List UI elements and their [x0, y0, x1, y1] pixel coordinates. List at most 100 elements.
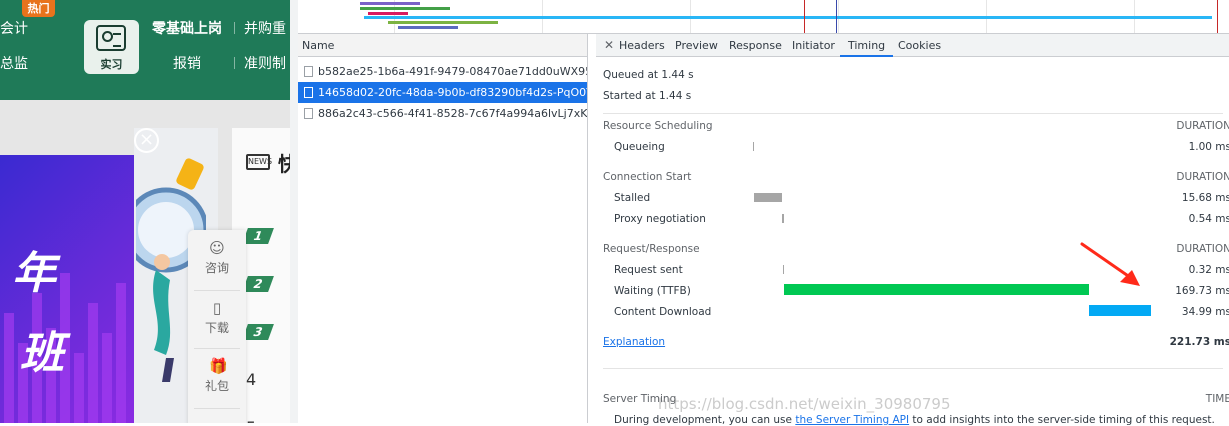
resume-card-icon	[96, 25, 126, 51]
timing-row-label: Stalled	[614, 192, 651, 204]
nav-item-accounting[interactable]: 会计	[0, 18, 28, 38]
nav-item-standards[interactable]: 准则制	[244, 53, 286, 73]
tab-initiator[interactable]: Initiator	[792, 34, 835, 57]
rank-badge-2: 2	[242, 276, 274, 292]
timing-bar-proxy	[782, 214, 784, 223]
overview-bar	[398, 26, 458, 29]
timing-row-value: 1.00 ms	[1188, 141, 1229, 153]
rank-number-5: 5	[246, 418, 256, 423]
section-title: Resource Scheduling	[603, 120, 713, 132]
timing-row-value: 0.32 ms	[1188, 264, 1229, 276]
tab-preview[interactable]: Preview	[675, 34, 718, 57]
server-timing-desc-text: During development, you can use	[614, 414, 796, 426]
overview-bar	[388, 21, 498, 24]
request-detail-pane: ✕ Headers Preview Response Initiator Tim…	[596, 34, 1229, 426]
nav-separator	[234, 57, 235, 69]
overview-bar	[368, 12, 408, 15]
nav-item-zero-basis[interactable]: 零基础上岗	[152, 18, 222, 38]
close-icon[interactable]: ✕	[604, 38, 614, 52]
devtools-network-panel: Name b582ae25-1b6a-491f-9479-08470ae71dd…	[290, 0, 1229, 426]
gift-button[interactable]: 🎁 礼包	[188, 348, 246, 406]
timing-row-value: 0.54 ms	[1188, 213, 1229, 225]
request-name-column: Name b582ae25-1b6a-491f-9479-08470ae71dd…	[298, 34, 588, 423]
site-nav-bar: 热门 会计 总监 实习 零基础上岗 并购重 报销 准则制	[0, 0, 290, 100]
banner-stripe	[74, 353, 84, 423]
started-at: Started at 1.44 s	[603, 90, 692, 102]
request-row[interactable]: 886a2c43-c566-4f41-8528-7c67f4a994a6lvLj…	[298, 103, 587, 124]
section-title: Request/Response	[603, 243, 700, 255]
rank-badge-3: 3	[242, 324, 274, 340]
queued-at: Queued at 1.44 s	[603, 69, 694, 81]
timing-bar-stalled	[754, 193, 783, 202]
overview-bar	[360, 2, 420, 5]
request-row-selected[interactable]: 14658d02-20fc-48da-9b0b-df83290bf4d2s-Pq…	[298, 82, 587, 103]
tab-response[interactable]: Response	[729, 34, 782, 57]
file-icon	[304, 108, 313, 119]
request-name: 886a2c43-c566-4f41-8528-7c67f4a994a6lvLj…	[318, 107, 587, 120]
timing-bar-content-download	[1088, 305, 1151, 316]
banner-stripe	[116, 283, 126, 423]
timing-row-label: Content Download	[614, 306, 712, 318]
timing-row-value: 15.68 ms	[1181, 192, 1229, 204]
consult-label: 咨询	[204, 261, 229, 275]
site-body: 年 班 × NEWS 快 1 2 3 4 5 ☺ 咨询	[0, 100, 290, 423]
nav-item-director[interactable]: 总监	[0, 53, 28, 73]
float-bar-separator	[194, 408, 240, 409]
floating-side-bar: ☺ 咨询 ▯ 下载 🎁 礼包	[188, 230, 246, 423]
timing-bar-ttfb	[784, 284, 1089, 295]
intern-button[interactable]: 实习	[84, 20, 139, 74]
server-timing-description: During development, you can use the Serv…	[614, 414, 1215, 426]
section-divider	[603, 368, 1223, 369]
banner-stripe	[102, 333, 112, 423]
timing-bar-queueing	[753, 142, 754, 151]
explanation-link[interactable]: Explanation	[603, 336, 665, 348]
news-icon: NEWS	[246, 154, 272, 170]
timing-row-label: Proxy negotiation	[614, 213, 706, 225]
gift-label: 礼包	[204, 379, 229, 393]
tab-timing[interactable]: Timing	[840, 34, 894, 57]
watermark: https://blog.csdn.net/weixin_30980795	[658, 395, 951, 413]
dom-content-loaded-marker	[836, 0, 837, 33]
nav-item-merger[interactable]: 并购重	[244, 18, 286, 38]
banner-stripe	[88, 303, 98, 423]
banner-text-class: 班	[20, 328, 64, 379]
network-overview-timeline	[298, 0, 1229, 34]
news-list-title: 快	[278, 152, 290, 176]
section-divider	[603, 113, 1223, 114]
nav-item-reimburse[interactable]: 报销	[173, 53, 201, 73]
hot-badge: 热门	[22, 0, 55, 17]
promo-banner[interactable]: 年 班	[0, 155, 134, 423]
timing-row-value: 169.73 ms	[1175, 285, 1229, 297]
nav-separator	[234, 22, 235, 34]
tab-cookies[interactable]: Cookies	[898, 34, 941, 57]
server-timing-api-link[interactable]: the Server Timing API	[795, 414, 909, 426]
timing-row-value: 34.99 ms	[1181, 306, 1229, 318]
load-event-marker	[1217, 0, 1218, 33]
download-button[interactable]: ▯ 下载	[188, 290, 246, 348]
duration-header: DURATION	[1176, 243, 1229, 255]
name-column-header[interactable]: Name	[298, 34, 587, 57]
file-icon	[304, 87, 313, 98]
chat-icon: ☺	[209, 239, 225, 257]
intern-label: 实习	[100, 58, 123, 71]
close-banner-icon[interactable]: ×	[134, 128, 159, 153]
timing-bar-request-sent	[783, 265, 785, 274]
duration-header: DURATION	[1176, 171, 1229, 183]
overview-bar	[642, 16, 1212, 19]
banner-stripe	[4, 313, 14, 423]
gift-icon: 🎁	[209, 357, 228, 375]
load-event-marker	[804, 0, 805, 33]
section-title: Connection Start	[603, 171, 692, 183]
request-name: 14658d02-20fc-48da-9b0b-df83290bf4d2s-Pq…	[318, 86, 587, 99]
consult-button[interactable]: ☺ 咨询	[188, 230, 246, 288]
server-timing-desc-text: to add insights into the server-side tim…	[909, 414, 1215, 426]
request-name: b582ae25-1b6a-491f-9479-08470ae71dd0uWX9…	[318, 65, 587, 78]
server-timing-time-header: TIME	[1205, 393, 1229, 405]
timing-row-label: Queueing	[614, 141, 665, 153]
rank-badge-1: 1	[242, 228, 274, 244]
timing-row-label: Waiting (TTFB)	[614, 285, 691, 297]
request-row[interactable]: b582ae25-1b6a-491f-9479-08470ae71dd0uWX9…	[298, 61, 587, 82]
timing-row-label: Request sent	[614, 264, 683, 276]
tab-headers[interactable]: Headers	[619, 34, 665, 57]
overview-bar	[360, 7, 450, 10]
